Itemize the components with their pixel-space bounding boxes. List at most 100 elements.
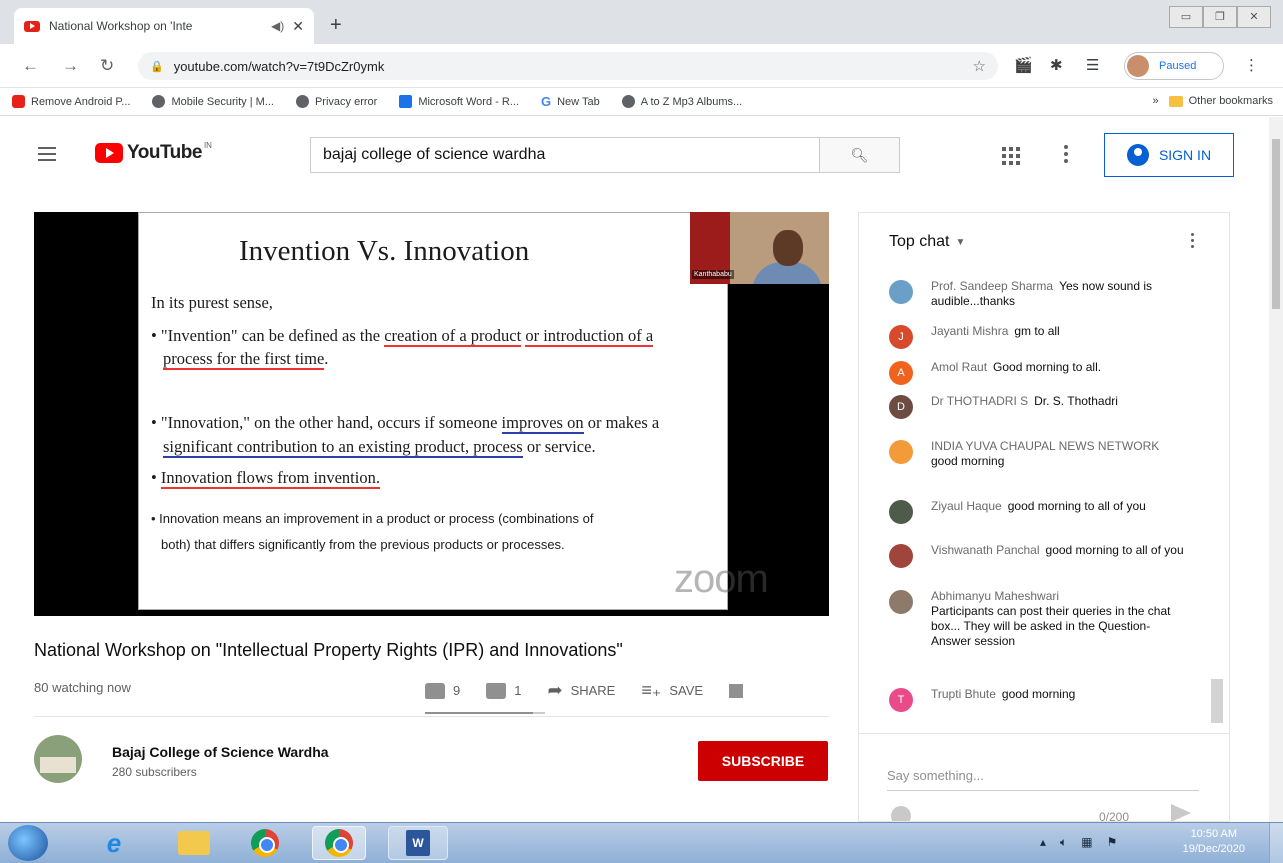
system-clock[interactable]: 10:50 AM 19/Dec/2020 bbox=[1183, 827, 1245, 857]
extensions-puzzle-icon[interactable]: ✱ bbox=[1050, 56, 1063, 74]
chat-avatar: J bbox=[889, 325, 913, 349]
more-bookmarks-button[interactable]: » bbox=[1153, 95, 1159, 107]
chat-input-area: Say something... 0/200 bbox=[859, 733, 1229, 821]
save-button[interactable]: ≡₊ SAVE bbox=[641, 680, 703, 701]
chrome-icon[interactable] bbox=[238, 826, 292, 860]
video-actions: 9 1 ➦ SHARE ≡₊ SAVE bbox=[425, 680, 769, 701]
slide-bullet-innovation-cont: significant contribution to an existing … bbox=[163, 437, 596, 458]
like-button[interactable]: 9 bbox=[425, 682, 460, 699]
like-ratio-fill bbox=[425, 712, 533, 714]
bookmark-new-tab[interactable]: G New Tab bbox=[541, 94, 600, 109]
chat-input[interactable]: Say something... bbox=[887, 768, 984, 783]
report-button[interactable] bbox=[729, 683, 744, 698]
chat-avatar bbox=[889, 500, 913, 524]
page-scrollbar[interactable] bbox=[1269, 117, 1283, 822]
playlist-add-icon: ≡₊ bbox=[641, 680, 662, 700]
slide-title: Invention Vs. Innovation bbox=[239, 235, 530, 267]
tab-title: National Workshop on 'Inte bbox=[49, 19, 193, 33]
chat-mode-selector[interactable]: Top chat bbox=[889, 233, 949, 251]
reload-icon[interactable]: ↻ bbox=[100, 56, 114, 76]
share-arrow-icon: ➦ bbox=[547, 680, 563, 700]
profile-button[interactable]: Paused bbox=[1124, 52, 1224, 80]
bookmark-privacy-error[interactable]: Privacy error bbox=[295, 95, 377, 108]
channel-avatar[interactable] bbox=[34, 735, 82, 783]
internet-explorer-icon[interactable]: e bbox=[92, 826, 136, 860]
media-queue-icon[interactable]: ☰ bbox=[1086, 56, 1099, 74]
chat-more-icon[interactable] bbox=[1191, 233, 1195, 251]
chevron-down-icon[interactable]: ▼ bbox=[955, 237, 965, 248]
clock-date: 19/Dec/2020 bbox=[1182, 843, 1245, 855]
file-explorer-icon[interactable] bbox=[168, 826, 220, 860]
show-desktop-button[interactable] bbox=[1269, 823, 1283, 863]
chat-header: Top chat ▼ bbox=[859, 213, 1229, 271]
chrome-active-icon[interactable] bbox=[312, 826, 366, 860]
subscriber-count: 280 subscribers bbox=[112, 765, 197, 779]
presentation-slide: Invention Vs. Innovation In its purest s… bbox=[138, 212, 728, 610]
audio-playing-icon[interactable]: ◀) bbox=[271, 19, 284, 33]
chat-author: Abhimanyu Maheshwari bbox=[931, 589, 1060, 603]
bookmark-star-icon[interactable]: ☆ bbox=[973, 57, 986, 75]
forward-icon[interactable]: → bbox=[62, 56, 79, 76]
chat-avatar bbox=[889, 440, 913, 464]
subscribe-button[interactable]: SUBSCRIBE bbox=[698, 741, 828, 781]
chat-message: A Amol Raut Good morning to all. bbox=[889, 360, 1189, 385]
slide-bullet-means-cont: both) that differs significantly from th… bbox=[161, 537, 565, 552]
minimize-icon[interactable]: ▭ bbox=[1169, 6, 1203, 28]
live-chat-panel: Top chat ▼ Prof. Sandeep Sharma Yes now s… bbox=[858, 212, 1230, 822]
settings-more-icon[interactable] bbox=[1064, 145, 1068, 166]
address-bar[interactable]: 🔒 youtube.com/watch?v=7t9DcZr0ymk ☆ bbox=[138, 52, 998, 80]
profile-avatar bbox=[1127, 55, 1149, 77]
browser-tab[interactable]: National Workshop on 'Inte ◀) ✕ bbox=[14, 8, 314, 44]
emoji-icon[interactable] bbox=[891, 806, 911, 821]
search-input[interactable]: bajaj college of science wardha bbox=[310, 137, 820, 173]
other-bookmarks-button[interactable]: Other bookmarks bbox=[1168, 95, 1273, 107]
clapperboard-extension-icon[interactable]: 🎬 bbox=[1014, 56, 1033, 74]
new-tab-icon[interactable]: + bbox=[330, 14, 342, 37]
bookmark-mp3-albums[interactable]: A to Z Mp3 Albums... bbox=[621, 95, 742, 108]
chat-text: good morning to all of you bbox=[1007, 499, 1146, 513]
action-center-flag-icon[interactable]: ⚑ bbox=[1107, 835, 1118, 850]
close-window-icon[interactable]: ✕ bbox=[1237, 6, 1271, 28]
back-icon[interactable]: ← bbox=[22, 56, 39, 76]
region-code: IN bbox=[203, 140, 212, 150]
scrollbar-thumb[interactable] bbox=[1272, 139, 1280, 309]
volume-icon[interactable]: 🔈︎ bbox=[1060, 835, 1067, 850]
search-button[interactable]: 🔍︎ bbox=[820, 137, 900, 173]
chat-message: INDIA YUVA CHAUPAL NEWS NETWORK good morn… bbox=[889, 439, 1189, 469]
bookmark-mobile-security[interactable]: Mobile Security | M... bbox=[152, 95, 274, 108]
window-controls: ▭ ❐ ✕ bbox=[1169, 6, 1271, 28]
close-tab-icon[interactable]: ✕ bbox=[292, 18, 304, 35]
video-player[interactable]: Invention Vs. Innovation In its purest s… bbox=[34, 212, 829, 616]
windows-start-button[interactable] bbox=[8, 825, 48, 861]
slide-bullet-innovation: • "Innovation," on the other hand, occur… bbox=[151, 413, 660, 434]
youtube-play-icon bbox=[95, 143, 123, 163]
slide-bullet-means: • Innovation means an improvement in a p… bbox=[151, 511, 594, 526]
chat-scrollbar-thumb[interactable] bbox=[1211, 679, 1223, 723]
show-hidden-icons[interactable]: ▴ bbox=[1040, 835, 1046, 850]
youtube-masthead: YouTube IN bajaj college of science ward… bbox=[0, 117, 1270, 193]
apps-grid-icon[interactable] bbox=[1002, 147, 1020, 165]
browser-tab-strip: National Workshop on 'Inte ◀) ✕ + ▭ ❐ ✕ bbox=[0, 0, 1283, 44]
lock-icon[interactable]: 🔒 bbox=[150, 60, 164, 73]
restore-icon[interactable]: ❐ bbox=[1203, 6, 1237, 28]
chat-avatar bbox=[889, 544, 913, 568]
search-icon: 🔍︎ bbox=[850, 146, 869, 163]
bookmark-remove-android[interactable]: Remove Android P... bbox=[12, 95, 130, 108]
share-button[interactable]: ➦ SHARE bbox=[547, 680, 615, 701]
network-icon[interactable]: ▦ bbox=[1081, 835, 1092, 850]
guide-menu-icon[interactable] bbox=[38, 147, 56, 165]
browser-menu-icon[interactable]: ⋮ bbox=[1244, 56, 1259, 74]
send-icon[interactable] bbox=[1171, 804, 1191, 821]
youtube-logo[interactable]: YouTube IN bbox=[95, 140, 212, 164]
globe-icon bbox=[621, 95, 635, 108]
youtube-favicon bbox=[24, 20, 40, 32]
word-taskbar-icon[interactable]: W bbox=[388, 826, 448, 860]
chat-avatar: D bbox=[889, 395, 913, 419]
sign-in-button[interactable]: SIGN IN bbox=[1104, 133, 1234, 177]
dislike-button[interactable]: 1 bbox=[486, 682, 521, 699]
bookmark-microsoft-word[interactable]: Microsoft Word - R... bbox=[399, 95, 519, 108]
chat-author: Dr THOTHADRI S bbox=[931, 394, 1029, 408]
channel-name[interactable]: Bajaj College of Science Wardha bbox=[112, 744, 329, 760]
chat-author: Ziyaul Haque bbox=[931, 499, 1002, 513]
word-favicon bbox=[399, 95, 413, 108]
